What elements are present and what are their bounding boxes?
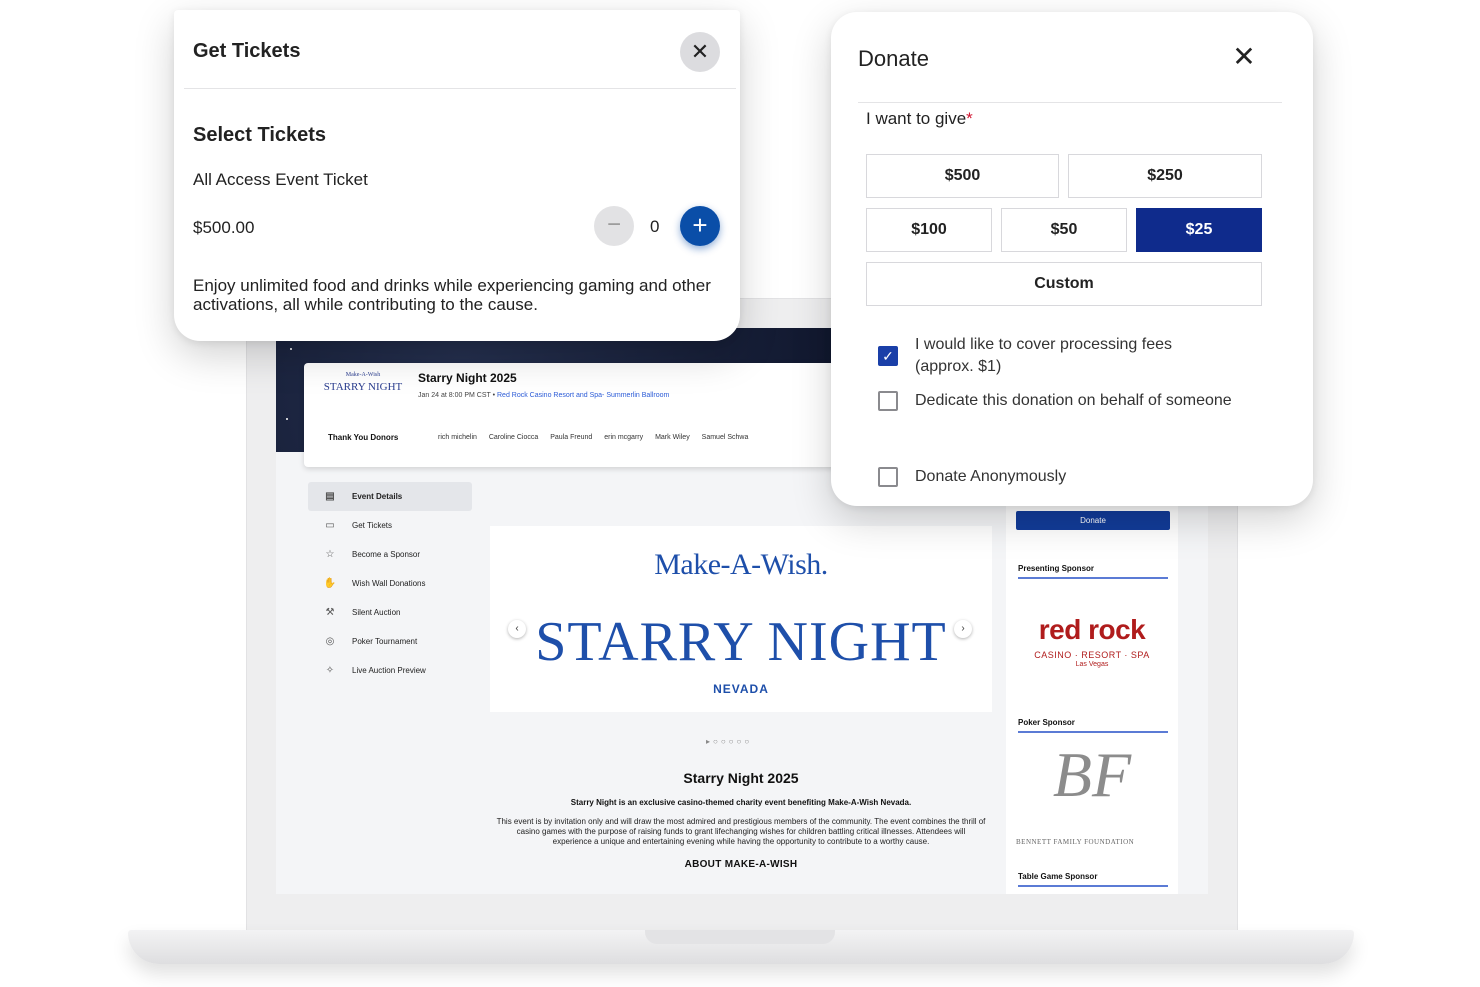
laptop-notch bbox=[645, 930, 835, 944]
sponsor-divider bbox=[1018, 885, 1168, 887]
marketing-composite: Make-A-Wish STARRY NIGHT Starry Night 20… bbox=[0, 0, 1480, 987]
nav-label: Silent Auction bbox=[352, 608, 401, 617]
nav-become-sponsor[interactable]: ☆ Become a Sponsor bbox=[308, 540, 472, 569]
cover-fees-checkbox[interactable]: ✓ bbox=[878, 346, 898, 366]
make-a-wish-logo: Make-A-Wish. bbox=[654, 548, 828, 581]
hero-subtitle: NEVADA bbox=[713, 682, 769, 696]
nav-event-details[interactable]: ▤ Event Details bbox=[308, 482, 472, 511]
nav-label: Poker Tournament bbox=[352, 637, 418, 646]
hero-carousel: Make-A-Wish. STARRY NIGHT NEVADA ‹ › bbox=[490, 526, 992, 712]
increase-quantity-button[interactable]: + bbox=[680, 206, 720, 246]
event-sidebar-nav: ▤ Event Details ▭ Get Tickets ☆ Become a… bbox=[308, 482, 472, 685]
calendar-icon: ▤ bbox=[325, 491, 335, 502]
nav-wish-wall[interactable]: ✋ Wish Wall Donations bbox=[308, 569, 472, 598]
dedicate-checkbox[interactable] bbox=[878, 391, 898, 411]
dedicate-label: Dedicate this donation on behalf of some… bbox=[915, 392, 1232, 409]
gavel-icon: ⚒ bbox=[325, 607, 335, 618]
nav-poker-tournament[interactable]: ◎ Poker Tournament bbox=[308, 627, 472, 656]
nav-live-auction-preview[interactable]: ✧ Live Auction Preview bbox=[308, 656, 472, 685]
amount-250-button[interactable]: $250 bbox=[1068, 154, 1262, 198]
about-heading: ABOUT MAKE-A-WISH bbox=[684, 859, 798, 870]
nav-label: Become a Sponsor bbox=[352, 550, 421, 559]
tickets-modal-title: Get Tickets bbox=[193, 40, 301, 62]
carousel-dots[interactable]: ▸○○○○○ bbox=[706, 737, 752, 746]
event-mini-logo: Make-A-Wish STARRY NIGHT bbox=[323, 372, 403, 393]
poker-chip-icon: ◎ bbox=[325, 636, 335, 647]
bennett-family-logo: BF bbox=[1052, 739, 1132, 810]
amount-500-button[interactable]: $500 bbox=[866, 154, 1059, 198]
red-rock-tagline: CASINO · RESORT · SPA bbox=[1034, 650, 1150, 660]
cover-fees-label: I would like to cover processing fees (a… bbox=[915, 336, 1173, 375]
sponsor-column: Donate Presenting Sponsor red rock CASIN… bbox=[1006, 504, 1178, 894]
amount-25-button[interactable]: $25 bbox=[1136, 208, 1262, 252]
sponsor-divider bbox=[1018, 577, 1168, 579]
starry-night-logo: STARRY NIGHT bbox=[535, 611, 947, 673]
nav-label: Event Details bbox=[352, 492, 403, 501]
donor-name: Paula Freund bbox=[550, 434, 593, 441]
description-body: This event is by invitation only and wil… bbox=[496, 817, 986, 846]
carousel-next-button[interactable]: › bbox=[954, 620, 972, 638]
nav-label: Live Auction Preview bbox=[352, 666, 426, 675]
nav-label: Get Tickets bbox=[352, 521, 393, 530]
anonymous-label: Donate Anonymously bbox=[915, 468, 1067, 485]
sponsor-divider bbox=[1018, 731, 1168, 733]
event-venue-link[interactable]: Red Rock Casino Resort and Spa- Summerli… bbox=[497, 392, 669, 399]
give-amount-label: I want to give* bbox=[866, 109, 973, 129]
give-label-text: I want to give bbox=[866, 109, 967, 128]
event-header-card: Make-A-Wish STARRY NIGHT Starry Night 20… bbox=[304, 363, 904, 467]
event-title: Starry Night 2025 bbox=[418, 371, 517, 385]
donors-list: rich michelin Caroline Ciocca Paula Freu… bbox=[438, 434, 758, 441]
donor-name: rich michelin bbox=[438, 434, 477, 441]
meta-separator: • bbox=[492, 392, 496, 399]
select-tickets-heading: Select Tickets bbox=[193, 124, 327, 146]
event-meta: Jan 24 at 8:00 PM CST • Red Rock Casino … bbox=[418, 392, 669, 399]
ticket-name: All Access Event Ticket bbox=[193, 170, 368, 189]
sponsor-tier-label: Presenting Sponsor bbox=[1018, 564, 1095, 573]
nav-label: Wish Wall Donations bbox=[352, 579, 426, 588]
nav-get-tickets[interactable]: ▭ Get Tickets bbox=[308, 511, 472, 540]
carousel-prev-button[interactable]: ‹ bbox=[508, 620, 526, 638]
sponsor-tier-label: Table Game Sponsor bbox=[1018, 872, 1098, 881]
close-icon[interactable]: ✕ bbox=[680, 32, 720, 72]
donor-name: Samuel Schwa bbox=[701, 434, 749, 441]
star-icon: ☆ bbox=[325, 549, 335, 560]
auction-preview-icon: ✧ bbox=[325, 665, 335, 676]
close-icon[interactable]: ✕ bbox=[1229, 42, 1259, 72]
ticket-description: Enjoy unlimited food and drinks while ex… bbox=[193, 276, 711, 314]
bennett-family-name: BENNETT FAMILY FOUNDATION bbox=[1016, 838, 1135, 846]
anonymous-checkbox[interactable] bbox=[878, 467, 898, 487]
red-rock-location: Las Vegas bbox=[1075, 661, 1109, 668]
required-marker: * bbox=[966, 109, 973, 128]
get-tickets-modal: Get Tickets ✕ Select Tickets All Access … bbox=[174, 10, 740, 341]
description-title: Starry Night 2025 bbox=[683, 770, 799, 786]
donation-hand-icon: ✋ bbox=[323, 578, 337, 589]
amount-50-button[interactable]: $50 bbox=[1001, 208, 1127, 252]
donor-name: erin mcgarry bbox=[604, 434, 644, 441]
event-description: Starry Night 2025 Starry Night is an exc… bbox=[496, 770, 986, 870]
donor-name: Caroline Ciocca bbox=[488, 434, 539, 441]
amount-100-button[interactable]: $100 bbox=[866, 208, 992, 252]
donor-name: Mark Wiley bbox=[655, 434, 690, 441]
donate-divider bbox=[858, 102, 1282, 103]
ticket-quantity: 0 bbox=[650, 217, 660, 236]
description-lead: Starry Night is an exclusive casino-them… bbox=[570, 798, 912, 807]
donate-modal: Donate ✕ I want to give* $500 $250 $100 … bbox=[831, 12, 1313, 506]
ticket-icon: ▭ bbox=[325, 520, 335, 531]
amount-custom-button[interactable]: Custom bbox=[866, 262, 1262, 306]
tickets-divider bbox=[184, 88, 736, 89]
decrease-quantity-button[interactable]: − bbox=[594, 206, 634, 246]
donate-modal-title: Donate bbox=[858, 46, 929, 71]
page-donate-button[interactable]: Donate bbox=[1016, 511, 1170, 530]
nav-silent-auction[interactable]: ⚒ Silent Auction bbox=[308, 598, 472, 627]
ticket-price: $500.00 bbox=[193, 218, 255, 237]
event-date: Jan 24 at 8:00 PM CST bbox=[418, 392, 491, 399]
red-rock-logo: red rock bbox=[1038, 614, 1146, 645]
sponsor-tier-label: Poker Sponsor bbox=[1018, 718, 1075, 727]
donors-label: Thank You Donors bbox=[328, 433, 399, 442]
